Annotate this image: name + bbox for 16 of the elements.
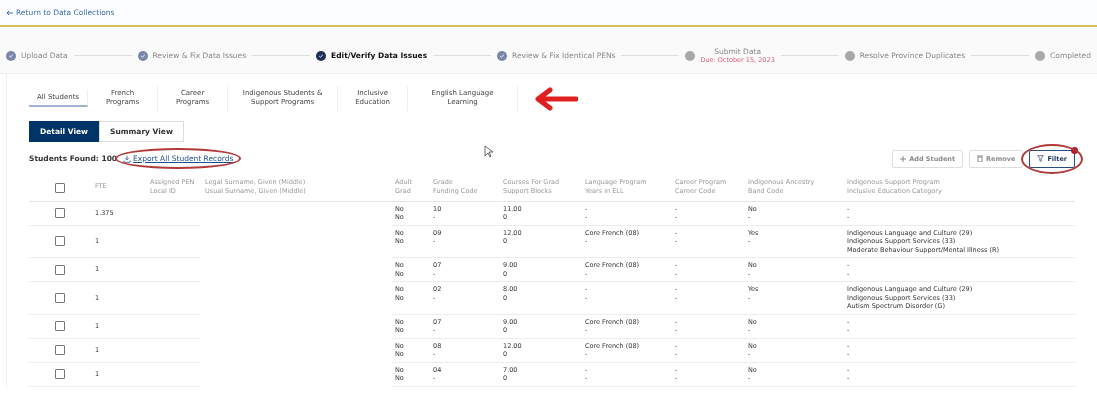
row-checkbox[interactable]	[55, 264, 65, 275]
row-checkbox[interactable]	[55, 369, 65, 379]
row-checkbox[interactable]	[55, 292, 65, 303]
mouse-cursor-icon	[484, 145, 493, 158]
plus-icon	[900, 155, 907, 162]
download-icon	[123, 154, 132, 163]
row-checkbox[interactable]	[55, 321, 65, 331]
row-checkbox[interactable]	[55, 345, 65, 355]
back-arrow-icon	[6, 9, 13, 16]
trash-icon	[977, 155, 984, 162]
row-checkbox[interactable]	[55, 208, 65, 218]
select-all-checkbox[interactable]	[55, 182, 65, 193]
row-checkbox[interactable]	[55, 236, 65, 247]
annotation-ellipse	[1021, 143, 1083, 174]
filter-icon	[1037, 155, 1045, 162]
notification-dot	[1071, 146, 1078, 154]
